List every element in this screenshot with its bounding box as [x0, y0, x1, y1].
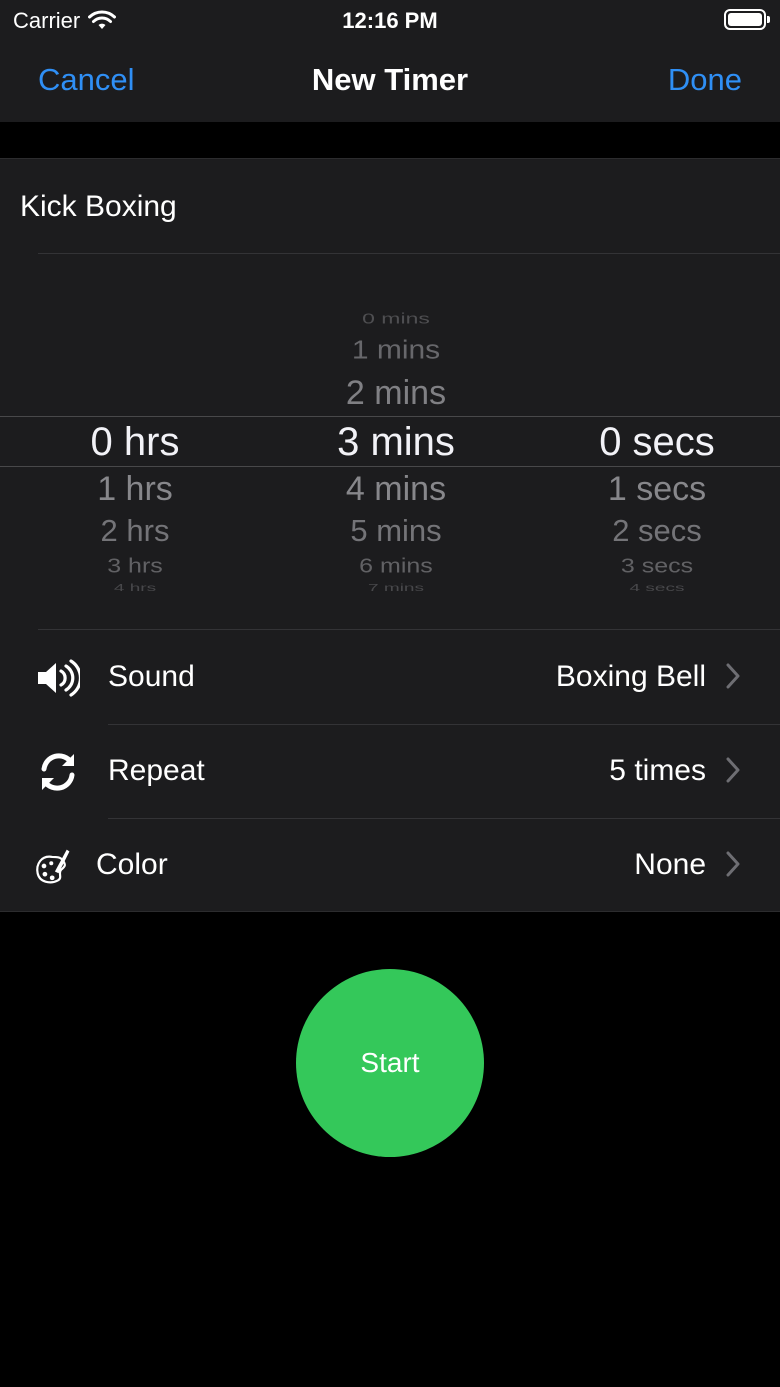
repeat-label: Repeat [108, 754, 205, 787]
picker-seconds-option[interactable]: 2 secs [562, 513, 752, 549]
color-row[interactable]: Color None [0, 818, 780, 912]
timer-settings-card: 0 hrs 1 hrs 2 hrs 3 hrs 4 hrs 0 mins 1 m… [0, 158, 780, 912]
chevron-right-icon [726, 663, 740, 689]
palette-icon [36, 849, 70, 884]
picker-minutes-option[interactable]: 4 mins [301, 470, 491, 509]
picker-hours-option[interactable]: 4 hrs [40, 582, 230, 594]
picker-minutes-option[interactable]: 5 mins [301, 513, 491, 549]
chevron-right-icon [726, 851, 740, 877]
page-title: New Timer [311, 62, 469, 97]
picker-hours-option[interactable]: 1 hrs [40, 470, 230, 509]
picker-seconds-option[interactable]: 3 secs [562, 555, 752, 578]
battery-icon [724, 9, 770, 30]
picker-minutes-option[interactable]: 2 mins [301, 374, 491, 413]
picker-seconds-option[interactable]: 4 secs [562, 582, 752, 594]
picker-seconds-selected[interactable]: 0 secs [562, 420, 752, 465]
navigation-bar: Cancel New Timer Done [0, 40, 780, 122]
picker-hours-option[interactable]: 2 hrs [40, 513, 230, 549]
picker-minutes-selected[interactable]: 3 mins [301, 420, 491, 465]
picker-column-hours[interactable]: 0 hrs 1 hrs 2 hrs 3 hrs 4 hrs [40, 254, 230, 630]
repeat-row[interactable]: Repeat 5 times [0, 724, 780, 818]
repeat-icon [41, 753, 75, 791]
sound-value: Boxing Bell [555, 660, 706, 693]
picker-column-minutes[interactable]: 0 mins 1 mins 2 mins 3 mins 4 mins 5 min… [301, 254, 491, 630]
done-button[interactable]: Done [668, 62, 742, 98]
speaker-icon [38, 659, 80, 697]
picker-hours-selected[interactable]: 0 hrs [40, 420, 230, 465]
picker-seconds-option[interactable]: 1 secs [562, 470, 752, 509]
status-time: 12:16 PM [342, 8, 438, 33]
picker-hours-option[interactable]: 3 hrs [40, 555, 230, 578]
picker-minutes-option[interactable]: 0 mins [301, 310, 491, 328]
timer-name-input[interactable] [20, 185, 760, 229]
picker-column-seconds[interactable]: 0 secs 1 secs 2 secs 3 secs 4 secs [562, 254, 752, 630]
picker-minutes-option[interactable]: 7 mins [301, 582, 491, 594]
picker-minutes-option[interactable]: 1 mins [301, 337, 491, 366]
sound-label: Sound [108, 660, 195, 693]
picker-minutes-option[interactable]: 6 mins [301, 555, 491, 578]
chevron-right-icon [726, 757, 740, 783]
duration-picker[interactable]: 0 hrs 1 hrs 2 hrs 3 hrs 4 hrs 0 mins 1 m… [0, 254, 780, 630]
color-label: Color [96, 848, 168, 881]
status-bar: Carrier 12:16 PM [0, 0, 780, 40]
sound-row[interactable]: Sound Boxing Bell [0, 630, 780, 724]
color-value: None [634, 848, 706, 881]
repeat-value: 5 times [609, 754, 706, 787]
start-button[interactable]: Start [296, 969, 484, 1157]
